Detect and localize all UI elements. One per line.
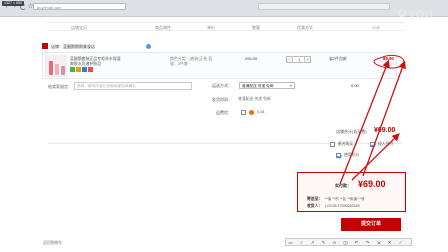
anonymous-option: 匿名购买 xyxy=(330,142,370,148)
address-label: 寄送至： xyxy=(307,197,323,201)
order-table-header: 店铺宝贝 商品属性 单价 数量 优惠方式 小计 xyxy=(47,22,405,31)
proxy-pay-checkbox[interactable] xyxy=(370,142,375,147)
receiver-text: LOO35 17090263349 xyxy=(325,204,360,208)
pay-total-label: 实付款： xyxy=(335,183,351,188)
message-label: 给卖家留言： xyxy=(48,84,72,89)
ellipse-tool-icon[interactable]: ○ xyxy=(299,240,304,245)
badge-icon xyxy=(88,67,93,72)
browser-toolbar: ‹ › ☆ buy.tmall.com xyxy=(0,0,448,17)
browser-extension-area xyxy=(258,3,390,10)
dimension-badge: 1327 × 650 xyxy=(2,1,25,6)
col-price: 单价 xyxy=(207,25,215,30)
insurance-row: 0.28 xyxy=(241,110,301,117)
pay-total-amount: ¥69.00 xyxy=(358,179,386,189)
mosaic-tool-icon[interactable]: ◫ xyxy=(343,240,348,245)
shipping-method-label: 运送方式： xyxy=(212,83,232,88)
col-quantity: 数量 xyxy=(252,25,260,30)
shipping-promo: 省2件包邮 xyxy=(329,56,347,61)
redo-icon[interactable]: ↷ xyxy=(365,240,370,245)
insurance-icon xyxy=(249,110,254,115)
address-text: **省 **市 **区 **街道 **号 xyxy=(325,197,365,201)
text-tool-icon[interactable]: A xyxy=(332,240,337,245)
service-badges xyxy=(70,67,110,72)
shipping-description: 普通配送·快递 免邮 xyxy=(238,97,271,101)
shop-row: 店铺：蓝腿鹅鹅鹅美妆店 xyxy=(42,43,202,51)
insurance-label: 运费险： xyxy=(216,110,232,115)
unit-price: 294.00 xyxy=(245,56,258,61)
points-checkbox[interactable] xyxy=(336,153,341,158)
annotation-overlay xyxy=(339,54,406,185)
shipping-fee: 0.00 xyxy=(351,83,359,88)
seller-message-input[interactable]: 选填：填写内容已经和卖家协商确认 xyxy=(74,82,192,90)
badge-icon xyxy=(70,67,75,72)
shop-total-amount: ¥69.00 xyxy=(374,127,396,134)
annotation-arrow xyxy=(339,59,390,185)
badge-icon xyxy=(76,67,81,72)
col-attributes: 商品属性 xyxy=(155,25,171,30)
back-to-cart-link[interactable]: 返回购物车 xyxy=(43,241,62,246)
rect-tool-icon[interactable]: ▭ xyxy=(288,240,293,245)
points-label: 使用积分 xyxy=(344,153,360,157)
product-title[interactable]: 蓝腿鹅套装正品专柜补水保湿爽肤水乳液护肤品 xyxy=(70,56,122,66)
shipping-method-value: 普通配送 快递 免邮 xyxy=(242,84,274,88)
insurance-checkbox[interactable] xyxy=(241,110,246,115)
qty-decrease-button[interactable]: − xyxy=(287,57,293,62)
ship-time-label: 发货时间： xyxy=(212,97,232,102)
address-bar[interactable]: buy.tmall.com xyxy=(33,3,126,10)
submit-order-button[interactable]: 提交订单 xyxy=(341,218,401,231)
order-item-row: 蓝腿鹅套装正品专柜补水保湿爽肤水乳液护肤品 颜色分类：[套装]正装 容量：3件套… xyxy=(42,52,397,79)
col-subtotal: 小计 xyxy=(372,25,380,30)
annotation-arrow xyxy=(362,60,406,177)
shop-total-label: 店铺合计(含运费) xyxy=(336,129,367,134)
undo-icon[interactable]: ↶ xyxy=(354,240,359,245)
anonymous-checkbox[interactable] xyxy=(330,142,335,147)
tmall-shop-icon xyxy=(42,43,48,49)
proxy-pay-option: 找人代付 xyxy=(370,142,410,148)
save-icon[interactable]: ⇲ xyxy=(376,240,381,245)
product-sku: 颜色分类：[套装]正装 容量：3件套 xyxy=(170,56,213,66)
chevron-down-icon: ▾ xyxy=(290,84,292,88)
watermark: YOU xyxy=(408,9,434,21)
close-icon[interactable]: ✕ xyxy=(387,240,392,245)
item-subtotal: 69.00 xyxy=(383,56,394,61)
confirm-icon[interactable]: ✓ xyxy=(398,240,403,245)
points-option: 使用积分 xyxy=(336,153,396,159)
col-shop-item: 店铺宝贝 xyxy=(71,25,87,30)
product-thumbnail[interactable] xyxy=(45,55,67,77)
order-summary-box: 实付款： ¥69.00 寄送至： **省 **市 **区 **街道 **号 收货… xyxy=(297,172,406,212)
receiver-label: 收货人： xyxy=(307,204,323,208)
insurance-price: 0.28 xyxy=(257,110,265,114)
shop-name[interactable]: 店铺：蓝腿鹅鹅鹅美妆店 xyxy=(51,44,95,50)
quantity-stepper[interactable]: − 1 + xyxy=(286,56,311,63)
proxy-pay-label: 找人代付 xyxy=(378,142,394,146)
annotation-toolbar: ▭ ○ ↗ ✎ A ◫ ↶ ↷ ⇲ ✕ ✓ xyxy=(285,238,412,246)
message-placeholder: 选填：填写内容已经和卖家协商确认 xyxy=(77,84,136,88)
badge-icon xyxy=(82,67,87,72)
qty-value[interactable]: 1 xyxy=(295,57,304,62)
pen-tool-icon[interactable]: ✎ xyxy=(321,240,326,245)
shipping-method-select[interactable]: 普通配送 快递 免邮 ▾ xyxy=(239,82,295,89)
watermark-logo-icon xyxy=(398,9,406,17)
arrow-tool-icon[interactable]: ↗ xyxy=(310,240,315,245)
col-discount: 优惠方式 xyxy=(297,25,313,30)
anonymous-label: 匿名购买 xyxy=(338,142,354,146)
chat-icon[interactable] xyxy=(146,44,151,49)
url-text: buy.tmall.com xyxy=(37,5,62,10)
qty-increase-button[interactable]: + xyxy=(304,57,310,62)
